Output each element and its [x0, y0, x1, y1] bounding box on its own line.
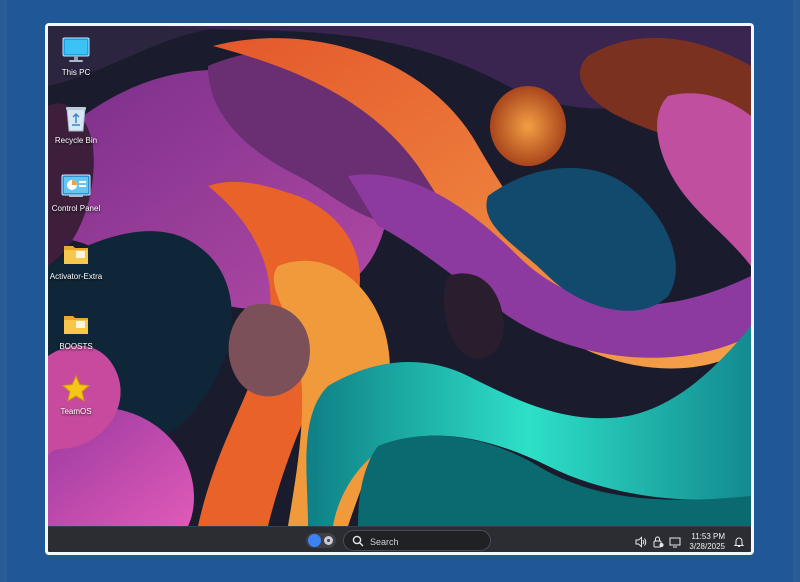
search-input[interactable]	[368, 533, 482, 550]
desktop-icon-recycle-bin[interactable]: Recycle Bin	[48, 103, 104, 145]
desktop-icon-label: Activator-Extra	[49, 272, 103, 281]
desktop-icon-label: TeamOS	[60, 407, 92, 416]
notification-bell-icon[interactable]	[733, 536, 745, 548]
clock[interactable]: 11:53 PM 3/28/2025	[689, 532, 725, 552]
clock-date: 3/28/2025	[689, 541, 725, 551]
system-tray: 11:53 PM 3/28/2025	[635, 527, 745, 552]
desktop-icon-label: Recycle Bin	[54, 136, 98, 145]
clock-time: 11:53 PM	[691, 531, 725, 541]
desktop[interactable]: This PC Recycle Bin Control Panel Activa…	[48, 26, 751, 526]
folder-icon	[64, 316, 88, 334]
search-icon	[352, 535, 364, 547]
recycle-bin-icon	[66, 107, 86, 132]
screen: This PC Recycle Bin Control Panel Activa…	[45, 23, 754, 555]
desktop-icon-boosts[interactable]: BOOSTS	[48, 309, 104, 351]
desktop-icon-teamos[interactable]: TeamOS	[48, 374, 104, 416]
start-logo-icon	[308, 534, 321, 547]
speaker-icon[interactable]	[635, 535, 647, 548]
display-icon[interactable]	[669, 536, 681, 548]
desktop-icon-label: This PC	[61, 68, 91, 77]
control-panel-icon	[61, 174, 91, 197]
desktop-icon-label: Control Panel	[51, 204, 101, 213]
taskbar: 11:53 PM 3/28/2025	[48, 526, 751, 552]
desktop-icon-label: BOOSTS	[59, 342, 93, 351]
star-icon	[61, 374, 91, 402]
folder-icon	[64, 246, 88, 264]
desktop-icon-this-pc[interactable]: This PC	[48, 35, 104, 77]
desktop-icon-control-panel[interactable]: Control Panel	[48, 171, 104, 213]
desktop-icon-activator-extra[interactable]: Activator-Extra	[48, 239, 104, 281]
security-icon[interactable]	[652, 536, 664, 548]
task-view-icon	[324, 536, 333, 545]
monitor-icon	[62, 37, 90, 62]
search-box[interactable]	[343, 530, 491, 551]
start-button[interactable]	[306, 533, 336, 548]
wallpaper	[48, 26, 751, 526]
